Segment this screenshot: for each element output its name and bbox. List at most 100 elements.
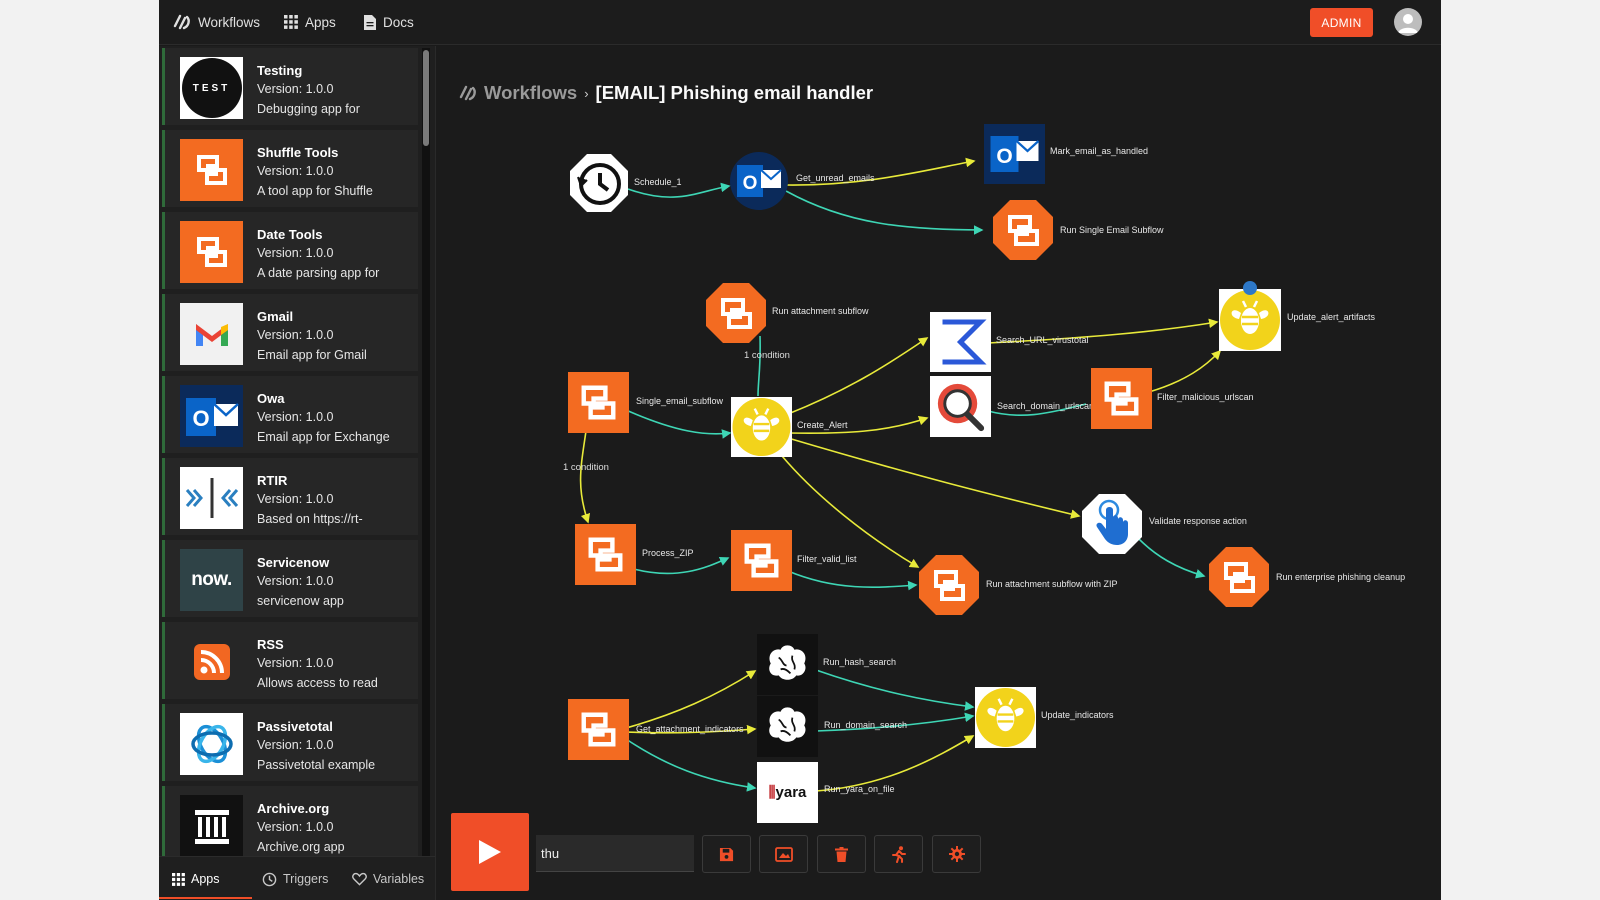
- app-card-rtir[interactable]: RTIR Version: 1.0.0 Based on https://rt-: [162, 458, 418, 535]
- app-description: Email app for Gmail: [257, 348, 367, 362]
- save-icon: [719, 847, 734, 861]
- app-name: Date Tools: [257, 227, 323, 242]
- nav-apps[interactable]: Apps: [284, 0, 336, 44]
- app-card-passivetotal[interactable]: Passivetotal Version: 1.0.0 Passivetotal…: [162, 704, 418, 781]
- app-list-scrollbar[interactable]: [422, 48, 430, 856]
- shuffle-tools-icon: [581, 712, 616, 747]
- edge[interactable]: [815, 735, 975, 792]
- test-logo-icon: TEST: [180, 57, 243, 119]
- shuffle-tools-icon: [919, 555, 979, 615]
- filter-malicious-urlscan-node[interactable]: [1091, 368, 1152, 429]
- app-name: Shuffle Tools: [257, 145, 339, 160]
- create-alert-node[interactable]: [731, 397, 792, 457]
- thehive-icon: [1220, 290, 1280, 350]
- settings-button[interactable]: [932, 835, 981, 873]
- save-button[interactable]: [702, 835, 751, 873]
- filter-valid-list-node[interactable]: [731, 530, 792, 591]
- node-label: Create_Alert: [797, 420, 848, 430]
- app-version: Version: 1.0.0: [257, 738, 334, 752]
- app-card-shuffle-tools[interactable]: Shuffle Tools Version: 1.0.0 A tool app …: [162, 130, 418, 207]
- app-card-testing[interactable]: TEST Testing Version: 1.0.0 Debugging ap…: [162, 48, 418, 125]
- tab-apps-label: Apps: [191, 872, 220, 886]
- edge[interactable]: [625, 738, 757, 792]
- node-label: Run attachment subflow: [772, 306, 869, 316]
- edge[interactable]: [629, 556, 730, 575]
- app-description: Debugging app for: [257, 102, 360, 116]
- avatar[interactable]: [1394, 8, 1422, 36]
- app-description: Passivetotal example: [257, 758, 376, 772]
- app-card-gmail[interactable]: Gmail Version: 1.0.0 Email app for Gmail: [162, 294, 418, 371]
- run-workflow-button[interactable]: [451, 813, 529, 891]
- run-yara-on-file-node[interactable]: ⫼yara: [757, 762, 818, 823]
- node-label: Process_ZIP: [642, 548, 694, 558]
- sidebar: TEST Testing Version: 1.0.0 Debugging ap…: [159, 46, 435, 900]
- run-domain-search-node[interactable]: [757, 696, 818, 757]
- update-indicators-node[interactable]: [975, 687, 1036, 748]
- outlook-icon: O: [730, 152, 788, 210]
- edge[interactable]: [787, 337, 929, 415]
- edge[interactable]: [1138, 538, 1206, 579]
- single-email-subflow-node[interactable]: [568, 372, 629, 433]
- validate-response-action-node[interactable]: [1081, 493, 1143, 555]
- shuffle-logo-icon: [180, 221, 243, 283]
- update-alert-artifacts-node[interactable]: [1219, 281, 1281, 351]
- scrollbar-thumb[interactable]: [423, 50, 429, 146]
- run-enterprise-phishing-cleanup-node[interactable]: [1208, 546, 1270, 608]
- edge[interactable]: [757, 335, 762, 397]
- edge[interactable]: [627, 182, 731, 198]
- nav-workflows[interactable]: Workflows: [173, 0, 260, 44]
- edge[interactable]: [787, 570, 918, 591]
- tab-triggers[interactable]: Triggers: [262, 857, 328, 900]
- tab-variables[interactable]: Variables: [352, 857, 424, 900]
- tab-variables-label: Variables: [373, 872, 425, 886]
- node-label: Run_yara_on_file: [824, 784, 895, 794]
- search-url-virustotal-node[interactable]: [930, 312, 991, 372]
- app-name: RTIR: [257, 473, 288, 488]
- edge[interactable]: [579, 430, 591, 524]
- run-hash-search-node[interactable]: [757, 634, 818, 695]
- run-attachment-subflow-node[interactable]: [705, 282, 767, 344]
- get-unread-emails-node[interactable]: O: [729, 151, 789, 211]
- run-attachment-subflow-zip-node[interactable]: [918, 554, 980, 616]
- grid-icon: [172, 872, 185, 886]
- app-version: Version: 1.0.0: [257, 246, 334, 260]
- execution-argument-input[interactable]: [536, 835, 694, 872]
- edge[interactable]: [1148, 349, 1222, 393]
- executions-button[interactable]: [874, 835, 923, 873]
- heart-icon: [352, 872, 367, 886]
- edge-condition[interactable]: 1 condition: [563, 462, 609, 473]
- edge[interactable]: [815, 669, 975, 711]
- node-label: Search_URL_virustotal: [996, 335, 1089, 345]
- edge[interactable]: [625, 670, 757, 729]
- node-label: Single_email_subflow: [636, 396, 724, 406]
- nav-docs[interactable]: Docs: [364, 0, 414, 44]
- admin-button[interactable]: ADMIN: [1310, 8, 1373, 37]
- edge[interactable]: [781, 455, 920, 568]
- app-card-owa[interactable]: O Owa Version: 1.0.0 Email app for Excha…: [162, 376, 418, 453]
- app-description: Allows access to read: [257, 676, 378, 690]
- app-version: Version: 1.0.0: [257, 656, 334, 670]
- app-card-archive-org[interactable]: Archive.org Version: 1.0.0 Archive.org a…: [162, 786, 418, 856]
- schedule-node[interactable]: [569, 153, 629, 213]
- app-card-date-tools[interactable]: Date Tools Version: 1.0.0 A date parsing…: [162, 212, 418, 289]
- delete-button[interactable]: [817, 835, 866, 873]
- shuffle-tools-icon: [581, 385, 616, 420]
- search-domain-urlscan-node[interactable]: [930, 376, 991, 437]
- edge[interactable]: [625, 409, 732, 439]
- fit-view-button[interactable]: [759, 835, 808, 873]
- app-card-servicenow[interactable]: now. Servicenow Version: 1.0.0 serviceno…: [162, 540, 418, 617]
- app-card-rss[interactable]: RSS Version: 1.0.0 Allows access to read: [162, 622, 418, 699]
- app-name: Servicenow: [257, 555, 330, 570]
- app-name: Testing: [257, 63, 303, 78]
- yara-logo-icon: ⫼yara: [768, 784, 807, 801]
- tab-apps[interactable]: Apps: [172, 857, 220, 900]
- node-connector-handle[interactable]: [1243, 281, 1257, 295]
- run-single-email-subflow-node[interactable]: [992, 199, 1054, 261]
- mark-email-handled-node[interactable]: O: [984, 124, 1045, 184]
- app-name: RSS: [257, 637, 284, 652]
- get-attachment-indicators-node[interactable]: [568, 699, 629, 760]
- process-zip-node[interactable]: [575, 524, 636, 585]
- edge[interactable]: [785, 190, 984, 235]
- edge-condition[interactable]: 1 condition: [744, 350, 790, 361]
- node-label: Validate response action: [1149, 516, 1247, 526]
